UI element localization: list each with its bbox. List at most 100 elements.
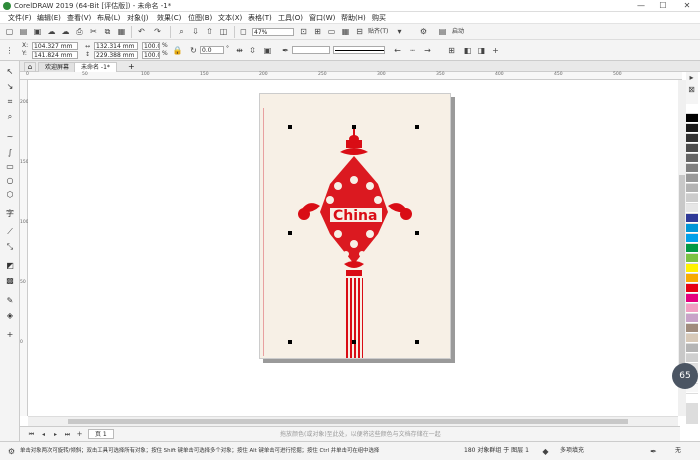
zoom-level-select[interactable]: 47% xyxy=(252,28,294,36)
document-page[interactable]: China xyxy=(259,93,451,359)
palette-swatch[interactable] xyxy=(686,104,698,113)
menu-file[interactable]: 文件(F) xyxy=(8,13,32,23)
china-knot-artwork[interactable]: China xyxy=(260,94,451,359)
menu-help[interactable]: 帮助(H) xyxy=(341,13,366,23)
paste-icon[interactable]: ▦ xyxy=(116,26,127,37)
launch-icon[interactable]: ▤ xyxy=(437,26,448,37)
launch-dropdown[interactable]: 启动 xyxy=(452,28,464,36)
menu-edit[interactable]: 编辑(E) xyxy=(37,13,61,23)
selection-handle-tm[interactable] xyxy=(352,125,356,129)
selection-handle-br[interactable] xyxy=(415,340,419,344)
transparency-tool-icon[interactable]: ▩ xyxy=(4,275,16,287)
undo-icon[interactable]: ↶ xyxy=(136,26,147,37)
add-page-icon[interactable]: + xyxy=(74,429,85,440)
text-tool-icon[interactable]: 字 xyxy=(4,208,16,220)
object-origin-icon[interactable]: ⋮ xyxy=(4,45,15,56)
zoom-to-page-icon[interactable]: ⊡ xyxy=(298,26,309,37)
selection-handle-tl[interactable] xyxy=(288,125,292,129)
palette-swatch[interactable] xyxy=(686,164,698,173)
crop-tool-icon[interactable]: ⌗ xyxy=(4,96,16,108)
first-page-icon[interactable]: ⏮ xyxy=(26,429,37,440)
tab-document[interactable]: 未命名 -1* xyxy=(74,62,117,72)
palette-swatch[interactable] xyxy=(686,334,698,343)
add-icon[interactable]: + xyxy=(490,45,501,56)
palette-swatch[interactable] xyxy=(686,174,698,183)
palette-swatch[interactable] xyxy=(686,184,698,193)
fill-icon[interactable]: ◆ xyxy=(540,446,551,457)
menu-layout[interactable]: 布局(L) xyxy=(97,13,120,23)
to-front-icon[interactable]: ◧ xyxy=(462,45,473,56)
menu-buy[interactable]: 购买 xyxy=(372,13,386,23)
new-tab-button[interactable]: + xyxy=(122,62,141,72)
rotation-angle-field[interactable]: 0.0 xyxy=(200,46,224,54)
palette-swatch[interactable] xyxy=(686,204,698,213)
polygon-tool-icon[interactable]: ⬡ xyxy=(4,189,16,201)
artistic-media-icon[interactable]: ∫ xyxy=(4,147,16,159)
search-content-icon[interactable]: ⌕ xyxy=(176,26,187,37)
selection-handle-tr[interactable] xyxy=(415,125,419,129)
show-guides-icon[interactable]: ⊟ xyxy=(354,26,365,37)
prev-page-icon[interactable]: ◂ xyxy=(38,429,49,440)
menu-tools[interactable]: 工具(O) xyxy=(278,13,303,23)
palette-swatch[interactable] xyxy=(686,194,698,203)
home-icon[interactable]: ⌂ xyxy=(24,62,36,72)
menu-object[interactable]: 对象(J) xyxy=(127,13,149,23)
width-field[interactable]: 132.314 mm xyxy=(94,42,138,50)
menu-table[interactable]: 表格(T) xyxy=(248,13,272,23)
palette-swatch[interactable] xyxy=(686,234,698,243)
snap-options-icon[interactable]: ▾ xyxy=(394,26,405,37)
no-color-icon[interactable]: ⊠ xyxy=(686,84,697,95)
full-screen-icon[interactable]: ◻ xyxy=(238,26,249,37)
palette-menu-icon[interactable]: ▸ xyxy=(686,72,697,83)
drop-shadow-icon[interactable]: ◩ xyxy=(4,260,16,272)
palette-swatch[interactable] xyxy=(686,114,698,123)
wrap-text-icon[interactable]: ⊞ xyxy=(446,45,457,56)
group-icon[interactable]: ▣ xyxy=(262,45,273,56)
interactive-fill-icon[interactable]: ◈ xyxy=(4,310,16,322)
palette-swatch[interactable] xyxy=(686,314,698,323)
shape-tool-icon[interactable]: ↘ xyxy=(4,81,16,93)
selection-handle-ml[interactable] xyxy=(288,231,292,235)
rectangle-tool-icon[interactable]: ▭ xyxy=(4,161,16,173)
snap-to-dropdown[interactable]: 贴齐(T) xyxy=(368,28,388,36)
palette-swatch[interactable] xyxy=(686,304,698,313)
palette-swatch[interactable] xyxy=(686,154,698,163)
next-page-icon[interactable]: ▸ xyxy=(50,429,61,440)
height-field[interactable]: 229.388 mm xyxy=(94,51,138,59)
freehand-tool-icon[interactable]: ~ xyxy=(4,131,16,143)
palette-swatch[interactable] xyxy=(686,124,698,133)
menu-view[interactable]: 查看(V) xyxy=(67,13,91,23)
show-grid-icon[interactable]: ▦ xyxy=(340,26,351,37)
zoom-indicator-badge[interactable]: 65 xyxy=(672,363,698,389)
options-gear-icon[interactable]: ⚙ xyxy=(418,26,429,37)
selection-handle-mr[interactable] xyxy=(415,231,419,235)
page-1-tab[interactable]: 页 1 xyxy=(88,429,114,439)
open-folder-icon[interactable]: ▤ xyxy=(18,26,29,37)
palette-swatch[interactable] xyxy=(686,344,698,353)
save-icon[interactable]: ▣ xyxy=(32,26,43,37)
horizontal-scroll-thumb[interactable] xyxy=(68,419,628,424)
palette-swatch[interactable] xyxy=(686,144,698,153)
maximize-button[interactable]: ☐ xyxy=(656,1,670,11)
minimize-button[interactable]: — xyxy=(634,1,648,11)
to-back-icon[interactable]: ◨ xyxy=(476,45,487,56)
mirror-horizontal-icon[interactable]: ⇹ xyxy=(234,45,245,56)
palette-swatch[interactable] xyxy=(686,134,698,143)
end-arrow-icon[interactable]: → xyxy=(422,45,433,56)
new-document-icon[interactable]: ▢ xyxy=(4,26,15,37)
print-icon[interactable]: ⎙ xyxy=(74,26,85,37)
palette-swatch[interactable] xyxy=(686,324,698,333)
close-button[interactable]: ✕ xyxy=(680,1,694,11)
palette-swatch[interactable] xyxy=(686,294,698,303)
cloud-upload-icon[interactable]: ☁ xyxy=(46,26,57,37)
palette-swatch[interactable] xyxy=(686,264,698,273)
y-position-field[interactable]: 141.824 mm xyxy=(32,51,78,59)
palette-swatch[interactable] xyxy=(686,214,698,223)
export-pdf-icon[interactable]: ◫ xyxy=(218,26,229,37)
last-page-icon[interactable]: ⏭ xyxy=(62,429,73,440)
menu-window[interactable]: 窗口(W) xyxy=(309,13,335,23)
line-style-select[interactable] xyxy=(333,46,385,54)
zoom-selected-icon[interactable]: ⊞ xyxy=(312,26,323,37)
palette-swatch[interactable] xyxy=(686,354,698,363)
selection-handle-bl[interactable] xyxy=(288,340,292,344)
